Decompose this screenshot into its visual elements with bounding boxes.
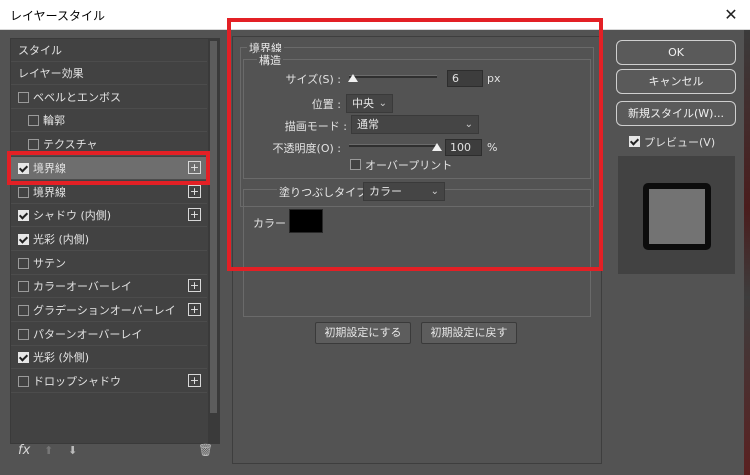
trash-icon[interactable]: 🗑 bbox=[198, 443, 213, 457]
effect-checkbox[interactable] bbox=[18, 329, 29, 340]
effect-inner-shadow[interactable]: シャドウ (内側) + bbox=[11, 204, 207, 227]
effect-color-overlay[interactable]: カラーオーバーレイ + bbox=[11, 275, 207, 298]
effect-pattern-overlay[interactable]: パターンオーバーレイ bbox=[11, 323, 207, 346]
move-up-icon[interactable]: ⬆ bbox=[44, 444, 53, 457]
effect-checkbox[interactable] bbox=[28, 115, 39, 126]
effect-label: 輪郭 bbox=[43, 114, 65, 127]
list-toolbar: fx ⬆ ⬇ 🗑 bbox=[18, 443, 218, 463]
effect-bevel-emboss[interactable]: ベベルとエンボス bbox=[11, 86, 207, 109]
list-scrollbar[interactable] bbox=[208, 39, 219, 443]
effect-label: ベベルとエンボス bbox=[33, 91, 121, 104]
effect-checkbox[interactable] bbox=[18, 258, 29, 269]
preview-thumbnail bbox=[618, 156, 735, 274]
preview-label: プレビュー(V) bbox=[644, 136, 716, 149]
fx-icon[interactable]: fx bbox=[18, 443, 30, 458]
effect-gradient-overlay[interactable]: グラデーションオーバーレイ + bbox=[11, 299, 207, 322]
effect-inner-glow[interactable]: 光彩 (内側) bbox=[11, 228, 207, 251]
list-header-label: レイヤー効果 bbox=[18, 67, 84, 80]
new-style-button[interactable]: 新規スタイル(W)... bbox=[616, 101, 736, 126]
background-strip bbox=[744, 30, 750, 475]
effect-checkbox[interactable] bbox=[18, 210, 29, 221]
effect-label: パターンオーバーレイ bbox=[33, 328, 143, 341]
effect-checkbox[interactable] bbox=[18, 376, 29, 387]
effect-checkbox[interactable] bbox=[18, 92, 29, 103]
styles-list-panel: スタイル レイヤー効果 ベベルとエンボス 輪郭 テクスチャ 境界線 + 境界線 … bbox=[10, 38, 220, 444]
cancel-button[interactable]: キャンセル bbox=[616, 69, 736, 94]
list-header-effects[interactable]: レイヤー効果 bbox=[11, 62, 207, 85]
close-button[interactable]: ✕ bbox=[718, 2, 744, 28]
add-effect-icon[interactable]: + bbox=[188, 279, 201, 292]
effect-label: サテン bbox=[33, 257, 66, 270]
effect-contour[interactable]: 輪郭 bbox=[11, 109, 207, 132]
effect-outer-glow[interactable]: 光彩 (外側) bbox=[11, 346, 207, 369]
effect-satin[interactable]: サテン bbox=[11, 252, 207, 275]
effect-checkbox[interactable] bbox=[18, 352, 29, 363]
reset-default-button[interactable]: 初期設定にする bbox=[315, 322, 411, 344]
effect-label: 光彩 (外側) bbox=[33, 351, 90, 364]
scrollbar-thumb[interactable] bbox=[210, 41, 217, 413]
effect-drop-shadow[interactable]: ドロップシャドウ + bbox=[11, 370, 207, 393]
highlight-box-settings bbox=[227, 18, 603, 271]
add-effect-icon[interactable]: + bbox=[188, 303, 201, 316]
effect-checkbox[interactable] bbox=[18, 187, 29, 198]
list-header-styles[interactable]: スタイル bbox=[11, 39, 207, 62]
effect-label: シャドウ (内側) bbox=[33, 209, 112, 222]
restore-default-button[interactable]: 初期設定に戻す bbox=[421, 322, 517, 344]
effect-checkbox[interactable] bbox=[18, 305, 29, 316]
effect-label: カラーオーバーレイ bbox=[33, 280, 132, 293]
move-down-icon[interactable]: ⬇ bbox=[68, 444, 77, 457]
effect-label: グラデーションオーバーレイ bbox=[33, 304, 176, 317]
preview-checkbox[interactable] bbox=[629, 136, 640, 147]
ok-button[interactable]: OK bbox=[616, 40, 736, 65]
list-header-label: スタイル bbox=[18, 44, 62, 57]
highlight-box-stroke-item bbox=[7, 151, 210, 185]
effect-checkbox[interactable] bbox=[18, 234, 29, 245]
effect-checkbox[interactable] bbox=[28, 139, 39, 150]
effect-label: 光彩 (内側) bbox=[33, 233, 90, 246]
window-title: レイヤースタイル bbox=[10, 9, 106, 23]
add-effect-icon[interactable]: + bbox=[188, 185, 201, 198]
preview-shape bbox=[643, 183, 711, 250]
effect-label: ドロップシャドウ bbox=[33, 375, 121, 388]
effect-checkbox[interactable] bbox=[18, 281, 29, 292]
add-effect-icon[interactable]: + bbox=[188, 374, 201, 387]
add-effect-icon[interactable]: + bbox=[188, 208, 201, 221]
